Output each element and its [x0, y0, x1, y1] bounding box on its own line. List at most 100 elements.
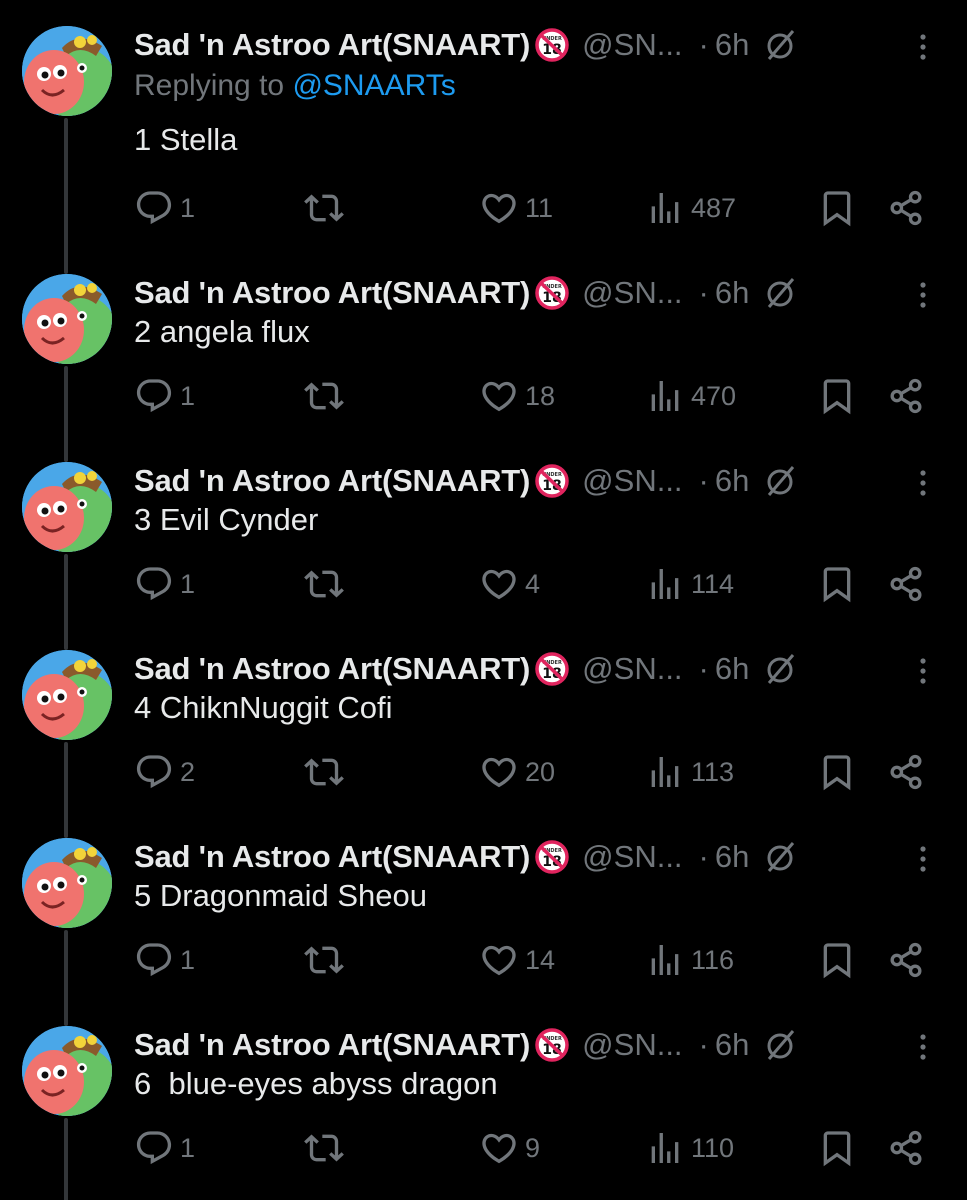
author-name[interactable]: Sad 'n Astroo Art(SNAART): [134, 839, 530, 875]
avatar[interactable]: [22, 274, 112, 364]
muted-conversation-icon: [763, 27, 799, 63]
views-button[interactable]: 487: [645, 188, 736, 228]
author-handle[interactable]: @SN...: [582, 275, 682, 311]
repost-button[interactable]: [304, 376, 344, 416]
repost-icon: [304, 1128, 344, 1168]
share-icon: [886, 376, 926, 416]
like-button[interactable]: 11: [479, 188, 553, 228]
tweet-text: 2 angela flux: [134, 314, 310, 349]
views-button[interactable]: 110: [645, 1128, 734, 1168]
timestamp[interactable]: 6h: [715, 651, 749, 687]
view-count: 113: [691, 756, 735, 787]
reply-button[interactable]: 1: [134, 188, 195, 228]
avatar[interactable]: [22, 650, 112, 740]
more-options-icon[interactable]: [909, 465, 937, 501]
repost-button[interactable]: [304, 940, 344, 980]
share-icon: [886, 752, 926, 792]
author-handle[interactable]: @SN...: [582, 1027, 682, 1063]
share-button[interactable]: [886, 564, 926, 604]
tweet[interactable]: Sad 'n Astroo Art(SNAART) UNDER 18 @SN... · 6…: [0, 812, 967, 1026]
tweet-actions: 1 14 116: [134, 940, 967, 980]
author-name[interactable]: Sad 'n Astroo Art(SNAART): [134, 463, 530, 499]
author-handle[interactable]: @SN...: [582, 651, 682, 687]
mention-link[interactable]: @SNAARTs: [292, 69, 455, 102]
reply-button[interactable]: 2: [134, 752, 195, 792]
author-name[interactable]: Sad 'n Astroo Art(SNAART): [134, 651, 530, 687]
like-button[interactable]: 9: [479, 1128, 540, 1168]
repost-button[interactable]: [304, 188, 344, 228]
views-icon: [645, 564, 685, 604]
tweet-content: Sad 'n Astroo Art(SNAART) UNDER 18 @SN... · 6…: [134, 1000, 967, 1188]
avatar[interactable]: [22, 26, 112, 116]
more-options-icon[interactable]: [909, 1029, 937, 1065]
replying-to-line: Replying to @SNAARTs: [134, 69, 456, 103]
more-options-icon[interactable]: [909, 841, 937, 877]
repost-button[interactable]: [304, 564, 344, 604]
share-button[interactable]: [886, 940, 926, 980]
view-count: 116: [691, 944, 735, 975]
share-button[interactable]: [886, 376, 926, 416]
muted-conversation-icon: [763, 463, 799, 499]
timestamp[interactable]: 6h: [715, 1027, 749, 1063]
author-name[interactable]: Sad 'n Astroo Art(SNAART): [134, 275, 530, 311]
author-handle[interactable]: @SN...: [582, 463, 682, 499]
avatar[interactable]: [22, 462, 112, 552]
more-options-icon[interactable]: [909, 277, 937, 313]
repost-button[interactable]: [304, 752, 344, 792]
tweet[interactable]: Sad 'n Astroo Art(SNAART) UNDER 18 @SN... · 6…: [0, 436, 967, 650]
bookmark-button[interactable]: [817, 564, 857, 604]
author-handle[interactable]: @SN...: [582, 27, 682, 63]
bookmark-button[interactable]: [817, 752, 857, 792]
like-count: 11: [525, 192, 554, 223]
like-button[interactable]: 4: [479, 564, 540, 604]
separator-dot: ·: [698, 463, 709, 498]
avatar[interactable]: [22, 1026, 112, 1116]
views-button[interactable]: 113: [645, 752, 734, 792]
repost-button[interactable]: [304, 1128, 344, 1168]
replying-to-label: Replying to: [134, 69, 293, 102]
bookmark-button[interactable]: [817, 1128, 857, 1168]
separator-dot: ·: [698, 651, 709, 686]
share-button[interactable]: [886, 188, 926, 228]
timestamp[interactable]: 6h: [715, 275, 749, 311]
author-name[interactable]: Sad 'n Astroo Art(SNAART): [134, 1027, 530, 1063]
avatar[interactable]: [22, 838, 112, 928]
tweet[interactable]: Sad 'n Astroo Art(SNAART) UNDER 18 @SN... · 6…: [0, 1000, 967, 1200]
timestamp[interactable]: 6h: [715, 839, 749, 875]
views-button[interactable]: 114: [645, 564, 734, 604]
author-name[interactable]: Sad 'n Astroo Art(SNAART): [134, 27, 530, 63]
reply-button[interactable]: 1: [134, 564, 195, 604]
like-button[interactable]: 14: [479, 940, 555, 980]
reply-button[interactable]: 1: [134, 376, 195, 416]
like-button[interactable]: 20: [479, 752, 555, 792]
bookmark-button[interactable]: [817, 188, 857, 228]
repost-icon: [304, 376, 344, 416]
under-18-icon: UNDER 18: [534, 463, 570, 499]
tweet-header: Sad 'n Astroo Art(SNAART) UNDER 18 @SN... · 6…: [134, 649, 967, 689]
more-options-icon[interactable]: [909, 29, 937, 65]
views-button[interactable]: 116: [645, 940, 734, 980]
muted-conversation-icon: [763, 275, 799, 311]
like-icon: [479, 188, 519, 228]
views-button[interactable]: 470: [645, 376, 736, 416]
share-button[interactable]: [886, 1128, 926, 1168]
share-icon: [886, 188, 926, 228]
author-handle[interactable]: @SN...: [582, 839, 682, 875]
bookmark-button[interactable]: [817, 940, 857, 980]
more-options-icon[interactable]: [909, 653, 937, 689]
thread-line: [64, 1118, 68, 1200]
like-button[interactable]: 18: [479, 376, 555, 416]
reply-count: 1: [180, 568, 196, 599]
timestamp[interactable]: 6h: [715, 463, 749, 499]
reply-button[interactable]: 1: [134, 940, 195, 980]
timestamp[interactable]: 6h: [715, 27, 749, 63]
tweet[interactable]: Sad 'n Astroo Art(SNAART) UNDER 18 @SN... · 6…: [0, 248, 967, 462]
bookmark-button[interactable]: [817, 376, 857, 416]
reply-button[interactable]: 1: [134, 1128, 195, 1168]
tweet[interactable]: Sad 'n Astroo Art(SNAART) UNDER 18 @SN... · 6…: [0, 0, 967, 274]
share-button[interactable]: [886, 752, 926, 792]
reply-icon: [134, 376, 174, 416]
tweet[interactable]: Sad 'n Astroo Art(SNAART) UNDER 18 @SN... · 6…: [0, 624, 967, 838]
tweet-actions: 1 9 110: [134, 1128, 967, 1168]
repost-icon: [304, 752, 344, 792]
